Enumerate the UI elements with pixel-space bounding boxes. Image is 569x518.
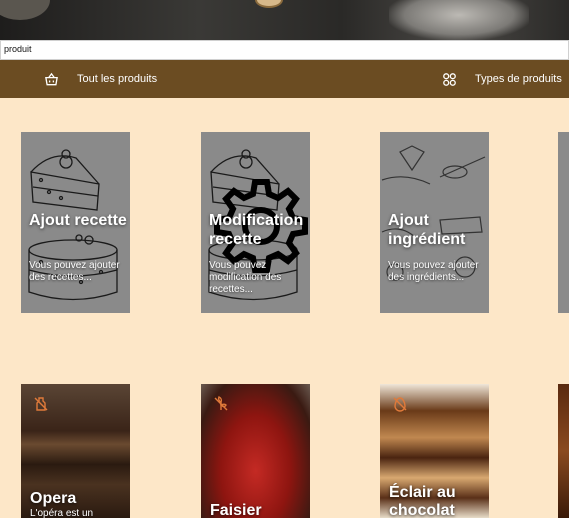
product-card-eclair[interactable]: Éclair au chocolat — [380, 384, 489, 518]
add-recipe-title: Ajout recette — [29, 212, 127, 229]
next-action-card[interactable] — [558, 132, 569, 313]
product-desc-opera: L'opéra est un — [30, 508, 94, 518]
categories-icon — [443, 72, 456, 86]
add-ingredient-desc: Vous pouvez ajouter des ingrédients... — [388, 260, 479, 283]
edit-recipe-desc: Vous pouvez modification des recettes... — [209, 260, 282, 295]
edit-recipe-title: Modification recette — [209, 212, 304, 248]
no-gluten-icon — [214, 396, 228, 411]
add-recipe-card[interactable]: Ajout recette Vous pouvez ajouter des re… — [21, 132, 130, 313]
nav-all-products-label: Tout les produits — [77, 73, 158, 85]
nav-all-products[interactable]: Tout les produits — [44, 60, 157, 98]
product-title-faisier: Faisier — [210, 502, 262, 518]
nav-product-types-label: Types de produits — [475, 73, 562, 85]
edit-recipe-card[interactable]: Modification recette Vous pouvez modific… — [201, 132, 310, 313]
category-navbar: Tout les produits Types de produits — [0, 60, 569, 98]
product-card-opera[interactable]: Opera L'opéra est un — [21, 384, 130, 518]
hero-banner-image — [0, 0, 569, 40]
no-milk-icon — [34, 397, 48, 411]
search-input[interactable]: produit — [0, 40, 569, 60]
no-egg-icon — [393, 397, 407, 412]
add-recipe-desc: Vous pouvez ajouter des recettes... — [29, 260, 120, 283]
basket-icon — [45, 72, 58, 85]
next-product-card[interactable] — [558, 384, 569, 518]
nav-product-types[interactable]: Types de produits — [442, 60, 562, 98]
add-ingredient-title: Ajout ingrédient — [388, 212, 466, 248]
product-title-eclair: Éclair au chocolat — [389, 484, 456, 518]
product-card-faisier[interactable]: Faisier — [201, 384, 310, 518]
add-ingredient-card[interactable]: Ajout ingrédient Vous pouvez ajouter des… — [380, 132, 489, 313]
product-title-opera: Opera — [30, 490, 77, 507]
